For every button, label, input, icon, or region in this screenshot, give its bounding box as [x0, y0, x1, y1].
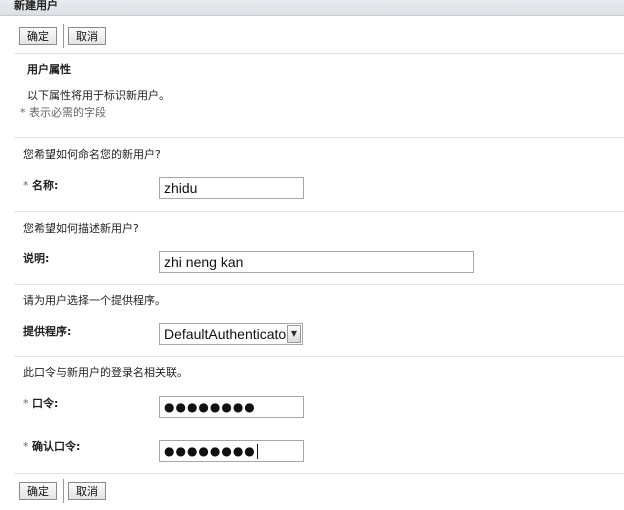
description-field[interactable]: zhi neng kan [159, 251, 474, 273]
window-title-bar: 新建用户 [0, 0, 624, 16]
divider [14, 473, 624, 474]
top-button-bar: 确定 取消 [0, 24, 624, 52]
text-cursor [256, 444, 258, 459]
provider-selected-value: DefaultAuthenticator [164, 326, 291, 342]
divider [14, 53, 624, 54]
cancel-button-bottom[interactable]: 取消 [68, 482, 106, 500]
divider [14, 356, 624, 357]
provider-label: 提供程序: [23, 325, 72, 338]
required-marker: * [23, 440, 29, 453]
section-description: 以下属性将用于标识新用户。 [27, 89, 170, 102]
required-marker: * [23, 397, 29, 410]
button-separator [63, 479, 64, 503]
window-title: 新建用户 [14, 0, 58, 12]
required-note: * 表示必需的字段 [20, 106, 106, 119]
description-prompt: 您希望如何描述新用户? [23, 222, 139, 235]
divider [14, 137, 624, 138]
description-label: 说明: [23, 252, 50, 265]
divider [14, 284, 624, 285]
section-title: 用户属性 [27, 63, 71, 76]
name-prompt: 您希望如何命名您的新用户? [23, 148, 161, 161]
cancel-button-top[interactable]: 取消 [68, 27, 106, 45]
chevron-down-icon[interactable]: ▼ [287, 325, 301, 343]
password-label: * 口令: [23, 397, 59, 410]
ok-button-top[interactable]: 确定 [19, 27, 57, 45]
bottom-button-bar: 确定 取消 [0, 478, 624, 506]
name-field[interactable]: zhidu [159, 177, 304, 199]
password-prompt: 此口令与新用户的登录名相关联。 [23, 366, 188, 379]
name-label: * 名称: [23, 179, 59, 192]
divider [14, 211, 624, 212]
required-marker: * [23, 179, 29, 192]
confirm-password-value: ●●●●●●●● [164, 444, 256, 458]
provider-prompt: 请为用户选择一个提供程序。 [23, 294, 166, 307]
confirm-password-label: * 确认口令: [23, 440, 81, 453]
button-separator [63, 24, 64, 48]
password-field[interactable]: ●●●●●●●● [159, 396, 304, 418]
confirm-password-field[interactable]: ●●●●●●●● [159, 440, 304, 462]
ok-button-bottom[interactable]: 确定 [19, 482, 57, 500]
provider-select[interactable]: DefaultAuthenticator ▼ [159, 323, 303, 345]
